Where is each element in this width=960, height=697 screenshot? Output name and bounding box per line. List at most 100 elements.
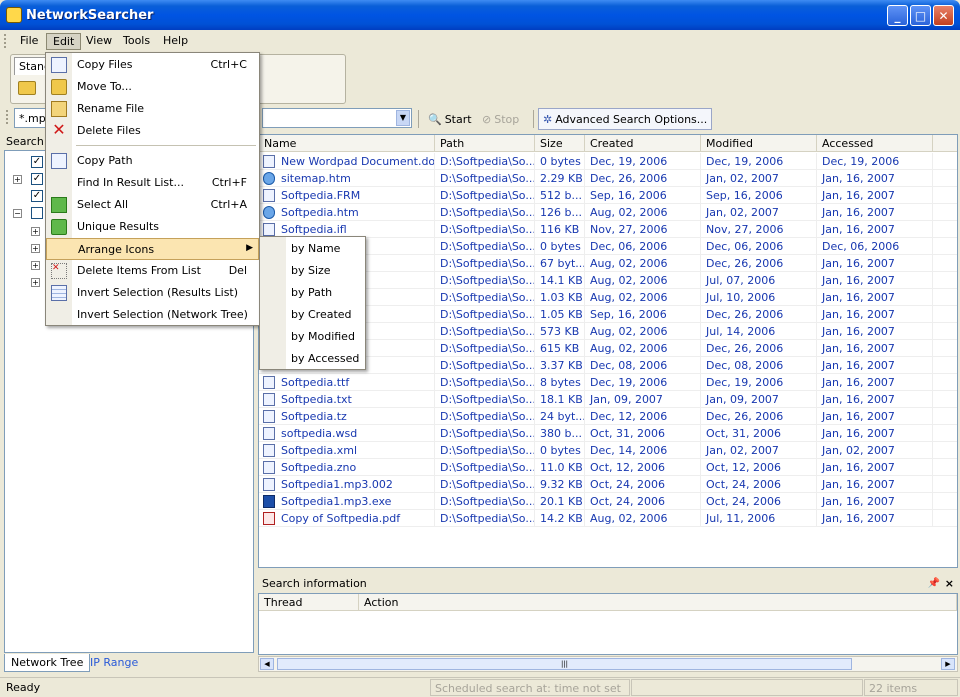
move-to-icon bbox=[51, 79, 67, 95]
menu-item-move-to[interactable]: Move To... bbox=[46, 76, 259, 98]
cell-path: D:\Softpedia\So... bbox=[435, 459, 535, 476]
table-row[interactable]: Softpedia.tz D:\Softpedia\So... 24 byt... D… bbox=[259, 408, 957, 425]
menu-item-delete-files[interactable]: ✕ Delete Files bbox=[46, 120, 259, 142]
expand-icon[interactable]: + bbox=[31, 261, 40, 270]
cell-path: D:\Softpedia\So... bbox=[435, 476, 535, 493]
column-header-created[interactable]: Created bbox=[585, 135, 701, 152]
cell-created: Nov, 27, 2006 bbox=[585, 221, 701, 238]
pin-icon[interactable]: 📌 bbox=[928, 578, 940, 589]
submenu-arrow-icon: ▶ bbox=[246, 243, 253, 253]
column-header-name[interactable]: Name bbox=[259, 135, 435, 152]
menu-item-copy-files[interactable]: Copy Files Ctrl+C bbox=[46, 54, 259, 76]
table-row[interactable]: Softpedia.txt D:\Softpedia\So... 18.1 KB Ja… bbox=[259, 391, 957, 408]
table-row[interactable]: Softpedia1.mp3.002 D:\Softpedia\So... 9.32… bbox=[259, 476, 957, 493]
maximize-button[interactable]: □ bbox=[910, 5, 931, 26]
menu-item-copy-path[interactable]: Copy Path bbox=[46, 150, 259, 172]
menu-tools[interactable]: Tools bbox=[117, 33, 156, 50]
column-header-size[interactable]: Size bbox=[535, 135, 585, 152]
table-row[interactable]: sitemap.htm D:\Softpedia\So... 2.29 KB Dec,… bbox=[259, 170, 957, 187]
cell-size: 512 b... bbox=[535, 187, 585, 204]
table-row[interactable]: Softpedia.xml D:\Softpedia\So... 0 bytes De… bbox=[259, 442, 957, 459]
tree-checkbox[interactable]: ✓ bbox=[31, 173, 43, 185]
cell-size: 1.03 KB bbox=[535, 289, 585, 306]
close-button[interactable]: ✕ bbox=[933, 5, 954, 26]
menu-file[interactable]: File bbox=[14, 33, 44, 50]
menu-item-unique-results[interactable]: Unique Results bbox=[46, 216, 259, 238]
edit-menu-dropdown: Copy Files Ctrl+C Move To... Rename File … bbox=[45, 52, 260, 326]
horizontal-scrollbar[interactable]: ◀ ||| ▶ bbox=[258, 656, 958, 672]
tree-checkbox[interactable]: ✓ bbox=[31, 190, 43, 202]
table-row[interactable]: Softpedia.ttf D:\Softpedia\So... 8 bytes De… bbox=[259, 374, 957, 391]
table-row[interactable]: softpedia.wsd D:\Softpedia\So... 380 b... O… bbox=[259, 425, 957, 442]
search-location-combo[interactable]: ▼ bbox=[262, 108, 412, 128]
menu-item-by-path[interactable]: by Path bbox=[260, 282, 365, 304]
start-button[interactable]: 🔍 Start bbox=[424, 108, 476, 130]
menu-help[interactable]: Help bbox=[157, 33, 194, 50]
column-header-action[interactable]: Action bbox=[359, 594, 957, 611]
table-row[interactable]: New Wordpad Document.doc D:\Softpedia\So.… bbox=[259, 153, 957, 170]
close-icon[interactable]: × bbox=[945, 577, 954, 590]
menu-item-invert-selection-tree[interactable]: Invert Selection (Network Tree) bbox=[46, 304, 259, 326]
menu-item-invert-selection-results[interactable]: Invert Selection (Results List) bbox=[46, 282, 259, 304]
cell-created: Oct, 31, 2006 bbox=[585, 425, 701, 442]
menu-edit[interactable]: Edit bbox=[46, 33, 82, 50]
menu-item-select-all[interactable]: Select All Ctrl+A bbox=[46, 194, 259, 216]
cell-size: 24 byt... bbox=[535, 408, 585, 425]
cell-path: D:\Softpedia\So... bbox=[435, 204, 535, 221]
menu-item-arrange-icons[interactable]: Arrange Icons ▶ bbox=[46, 238, 259, 260]
menu-item-by-modified[interactable]: by Modified bbox=[260, 326, 365, 348]
table-row[interactable]: Softpedia.FRM D:\Softpedia\So... 512 b... S… bbox=[259, 187, 957, 204]
tab-network-tree[interactable]: Network Tree bbox=[4, 654, 91, 672]
chevron-down-icon[interactable]: ▼ bbox=[396, 110, 410, 126]
menu-item-by-accessed[interactable]: by Accessed bbox=[260, 348, 365, 370]
tab-ip-range[interactable]: IP Range bbox=[84, 654, 144, 672]
table-row[interactable]: Softpedia.htm D:\Softpedia\So... 126 b... A… bbox=[259, 204, 957, 221]
cell-created: Aug, 02, 2006 bbox=[585, 510, 701, 527]
scroll-thumb[interactable]: ||| bbox=[277, 658, 852, 670]
column-header-accessed[interactable]: Accessed bbox=[817, 135, 933, 152]
menu-item-by-name[interactable]: by Name bbox=[260, 238, 365, 260]
menu-view[interactable]: View bbox=[80, 33, 118, 50]
status-scheduled: Scheduled search at: time not set bbox=[430, 679, 630, 696]
search-info-list[interactable]: Thread Action bbox=[258, 593, 958, 655]
menu-item-delete-items-from-list[interactable]: ✕ Delete Items From List Del bbox=[46, 260, 259, 282]
cell-created: Oct, 24, 2006 bbox=[585, 493, 701, 510]
cell-modified: Dec, 26, 2006 bbox=[701, 408, 817, 425]
table-row[interactable]: Softpedia1.mp3.exe D:\Softpedia\So... 20.1… bbox=[259, 493, 957, 510]
cell-modified: Jan, 09, 2007 bbox=[701, 391, 817, 408]
cell-modified: Nov, 27, 2006 bbox=[701, 221, 817, 238]
advanced-search-options-button[interactable]: ✲ Advanced Search Options... bbox=[538, 108, 713, 130]
expand-icon[interactable]: + bbox=[31, 278, 40, 287]
cell-accessed: Jan, 16, 2007 bbox=[817, 306, 933, 323]
cell-created: Aug, 02, 2006 bbox=[585, 255, 701, 272]
column-header-thread[interactable]: Thread bbox=[259, 594, 359, 611]
menu-bar: File Edit View Tools Help bbox=[0, 30, 960, 52]
open-folder-icon[interactable] bbox=[18, 81, 36, 95]
cell-path: D:\Softpedia\So... bbox=[435, 238, 535, 255]
expand-icon[interactable]: + bbox=[31, 227, 40, 236]
table-row[interactable]: Softpedia.zno D:\Softpedia\So... 11.0 KB Oc… bbox=[259, 459, 957, 476]
collapse-icon[interactable]: − bbox=[13, 209, 22, 218]
cell-path: D:\Softpedia\So... bbox=[435, 153, 535, 170]
menu-item-rename-file[interactable]: Rename File bbox=[46, 98, 259, 120]
minimize-button[interactable]: _ bbox=[887, 5, 908, 26]
stop-button[interactable]: ⊘ Stop bbox=[478, 108, 523, 130]
cell-created: Jan, 09, 2007 bbox=[585, 391, 701, 408]
cell-size: 615 KB bbox=[535, 340, 585, 357]
scroll-left-icon[interactable]: ◀ bbox=[260, 658, 274, 670]
table-row[interactable]: Copy of Softpedia.pdf D:\Softpedia\So... 1… bbox=[259, 510, 957, 527]
menu-item-find-in-result-list[interactable]: Find In Result List... Ctrl+F bbox=[46, 172, 259, 194]
cell-path: D:\Softpedia\So... bbox=[435, 510, 535, 527]
tree-checkbox[interactable]: ✓ bbox=[31, 156, 43, 168]
column-header-modified[interactable]: Modified bbox=[701, 135, 817, 152]
column-header-path[interactable]: Path bbox=[435, 135, 535, 152]
menu-item-by-created[interactable]: by Created bbox=[260, 304, 365, 326]
cell-name: Softpedia.FRM bbox=[259, 187, 435, 204]
tree-checkbox[interactable] bbox=[31, 207, 43, 219]
scroll-right-icon[interactable]: ▶ bbox=[941, 658, 955, 670]
cell-accessed: Jan, 16, 2007 bbox=[817, 391, 933, 408]
status-ready: Ready bbox=[6, 681, 41, 694]
menu-item-by-size[interactable]: by Size bbox=[260, 260, 365, 282]
expand-icon[interactable]: + bbox=[13, 175, 22, 184]
expand-icon[interactable]: + bbox=[31, 244, 40, 253]
